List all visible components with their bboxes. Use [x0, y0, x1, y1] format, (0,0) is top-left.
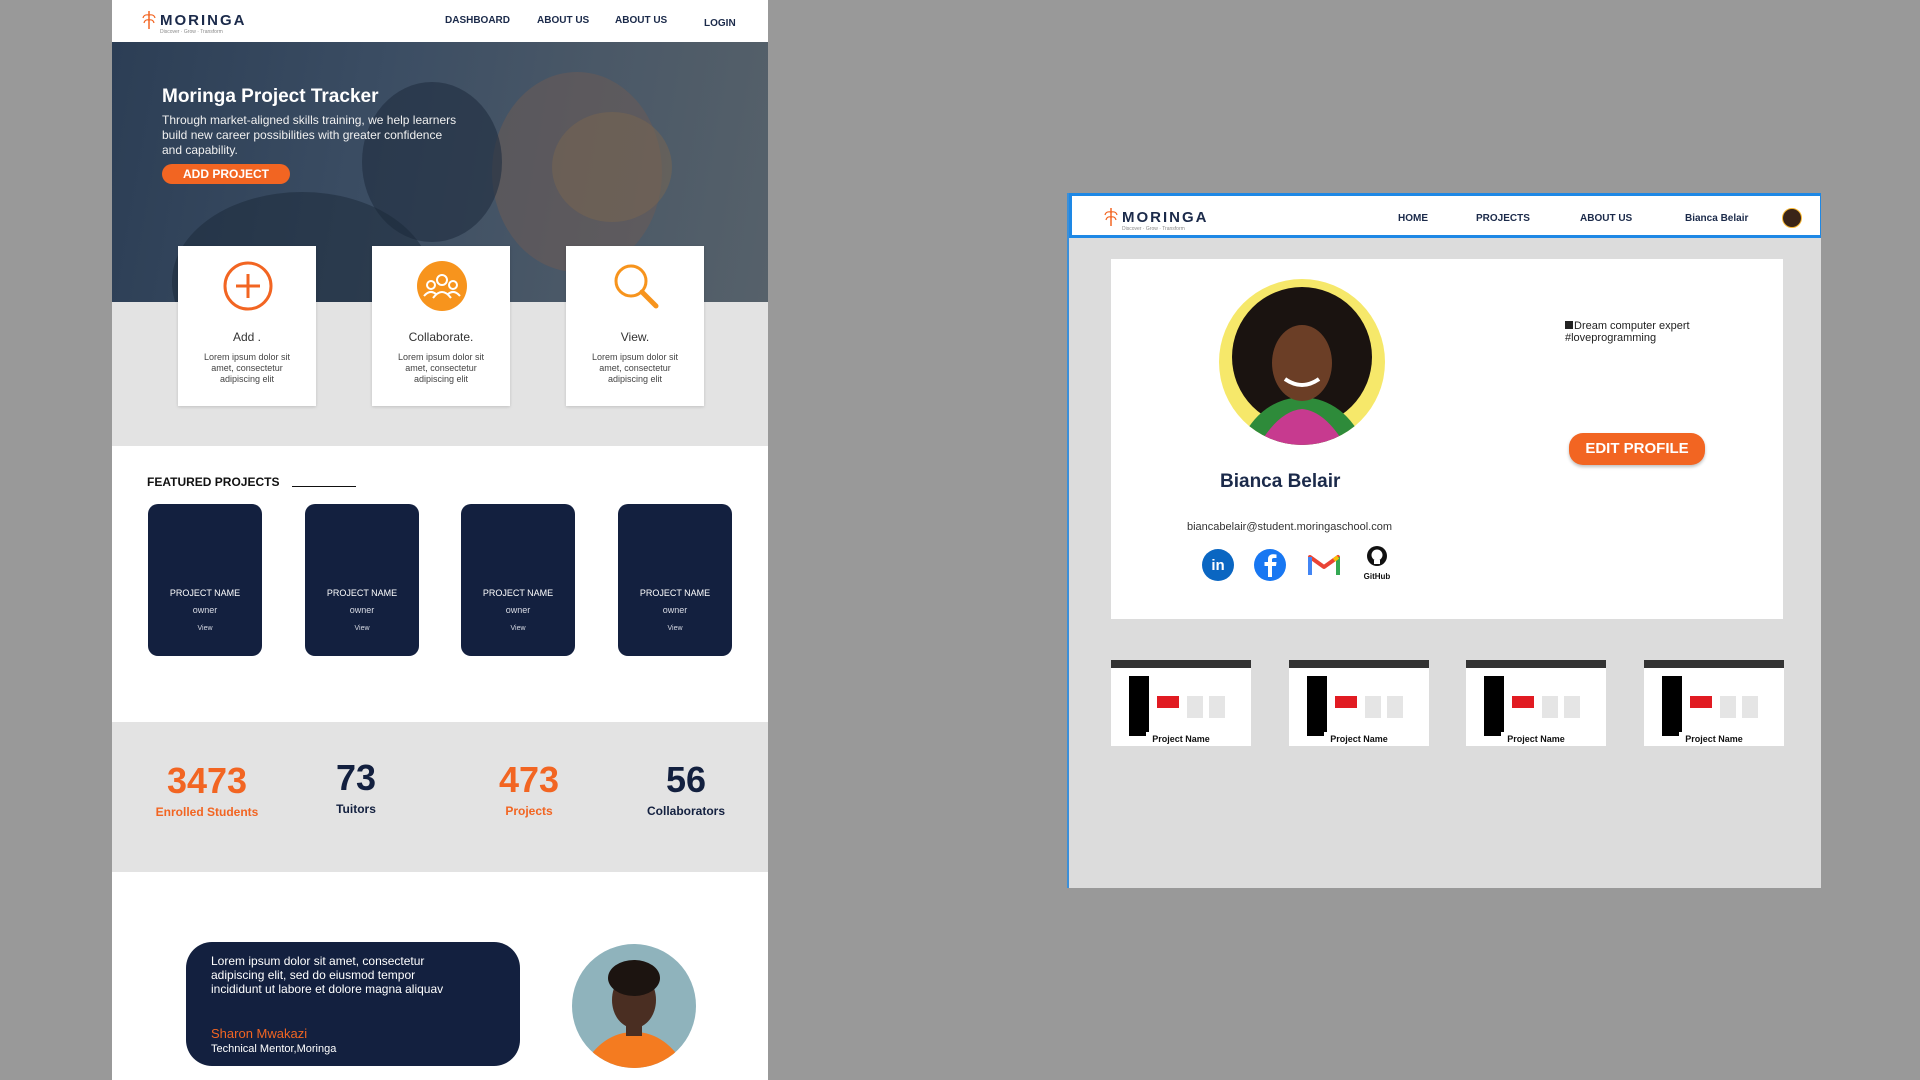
mentor-portrait	[572, 944, 696, 1068]
project-card[interactable]: PROJECT NAME owner View	[461, 504, 575, 656]
landing-navbar: MORINGA Discover · Grow · Transform DASH…	[112, 0, 768, 43]
thumbnail-label: Project Name	[1679, 732, 1749, 746]
testimonial-card: Lorem ipsum dolor sit amet, consectetur …	[186, 942, 520, 1066]
project-name: PROJECT NAME	[169, 588, 241, 598]
feature-title: Collaborate.	[408, 330, 474, 344]
featured-projects-heading: FEATURED PROJECTS	[147, 475, 280, 489]
stat-value: 73	[335, 757, 377, 798]
stat-value: 473	[498, 759, 560, 800]
project-view-link[interactable]: View	[305, 625, 419, 632]
logo-wordmark: MORINGA	[1122, 208, 1209, 226]
edit-profile-button[interactable]: EDIT PROFILE	[1569, 433, 1705, 465]
add-project-button[interactable]: ADD PROJECT	[162, 164, 290, 184]
project-view-link[interactable]: View	[148, 625, 262, 632]
stat-label: Tuitors	[336, 802, 376, 816]
nav-about-us[interactable]: ABOUT US	[1580, 213, 1632, 224]
stat-value: 56	[665, 759, 707, 800]
project-view-link[interactable]: View	[618, 625, 732, 632]
hero-description: Through market-aligned skills training, …	[162, 113, 457, 157]
nav-dashboard[interactable]: DASHBOARD	[445, 15, 510, 26]
project-thumbnail[interactable]: Project Name	[1289, 660, 1429, 746]
feature-card-collaborate[interactable]: Collaborate. Lorem ipsum dolor sit amet,…	[372, 246, 510, 406]
stat-label: Collaborators	[646, 804, 725, 818]
linkedin-icon[interactable]: in	[1200, 547, 1236, 583]
moringa-leaf-icon	[142, 11, 156, 29]
profile-navbar: MORINGA Discover · Grow · Transform HOME…	[1069, 193, 1821, 238]
user-avatar[interactable]	[1782, 208, 1802, 228]
stat-tuitors: 73 Tuitors	[306, 757, 406, 817]
testimonial-avatar	[572, 944, 696, 1068]
stat-value: 3473	[166, 760, 248, 801]
project-thumbnail[interactable]: Project Name	[1644, 660, 1784, 746]
project-owner: owner	[662, 605, 688, 615]
project-owner: owner	[192, 605, 218, 615]
logo-tagline: Discover · Grow · Transform	[1122, 226, 1185, 232]
project-name: PROJECT NAME	[326, 588, 398, 598]
project-thumbnail[interactable]: Project Name	[1111, 660, 1251, 746]
project-owner: owner	[349, 605, 375, 615]
profile-name: Bianca Belair	[1220, 471, 1341, 492]
thumbnail-label: Project Name	[1324, 732, 1394, 746]
stat-enrolled-students: 3473 Enrolled Students	[147, 760, 267, 820]
nav-projects[interactable]: PROJECTS	[1476, 213, 1530, 224]
nav-home[interactable]: HOME	[1398, 213, 1428, 224]
bio-hashtag: #loveprogramming	[1565, 332, 1657, 344]
github-link[interactable]: GitHub	[1359, 545, 1395, 585]
stat-label: Projects	[505, 804, 553, 818]
thumbnail-label: Project Name	[1146, 732, 1216, 746]
thumbnail-label: Project Name	[1501, 732, 1571, 746]
feature-description: Lorem ipsum dolor sit amet, consectetur …	[203, 352, 291, 384]
bullet-square-icon	[1565, 321, 1573, 329]
github-label: GitHub	[1363, 572, 1391, 581]
people-group-icon	[417, 261, 467, 311]
feature-card-add[interactable]: Add . Lorem ipsum dolor sit amet, consec…	[178, 246, 316, 406]
feature-card-view[interactable]: View. Lorem ipsum dolor sit amet, consec…	[566, 246, 704, 406]
feature-description: Lorem ipsum dolor sit amet, consectetur …	[397, 352, 485, 384]
github-icon	[1367, 546, 1387, 566]
nav-about-us-2[interactable]: ABOUT US	[615, 15, 667, 26]
moringa-leaf-icon	[1104, 208, 1118, 226]
feature-title: View.	[620, 330, 650, 344]
project-owner: owner	[505, 605, 531, 615]
profile-portrait	[1219, 279, 1385, 445]
nav-about-us[interactable]: ABOUT US	[537, 15, 589, 26]
project-thumbnail[interactable]: Project Name	[1466, 660, 1606, 746]
stat-label: Enrolled Students	[155, 805, 259, 819]
profile-page-mockup: MORINGA Discover · Grow · Transform HOME…	[1067, 193, 1821, 888]
magnifier-icon	[614, 264, 659, 309]
linkedin-glyph: in	[1211, 557, 1224, 574]
project-card[interactable]: PROJECT NAME owner View	[148, 504, 262, 656]
feature-description: Lorem ipsum dolor sit amet, consectetur …	[591, 352, 679, 384]
moringa-logo[interactable]: MORINGA Discover · Grow · Transform	[1102, 206, 1209, 232]
landing-page-mockup: MORINGA Discover · Grow · Transform DASH…	[112, 0, 768, 1080]
stat-projects: 473 Projects	[479, 759, 579, 819]
logo-wordmark: MORINGA	[160, 11, 247, 29]
project-card[interactable]: PROJECT NAME owner View	[305, 504, 419, 656]
gmail-icon[interactable]	[1306, 547, 1342, 583]
profile-email: biancabelair@student.moringaschool.com	[1187, 521, 1392, 533]
testimonial-author: Sharon Mwakazi	[211, 1026, 308, 1041]
bio-line: Dream computer expert	[1574, 320, 1690, 332]
nav-login[interactable]: LOGIN	[704, 18, 736, 29]
hero-title: Moringa Project Tracker	[162, 86, 379, 107]
moringa-logo[interactable]: MORINGA Discover · Grow · Transform	[140, 9, 247, 35]
nav-user-name[interactable]: Bianca Belair	[1685, 213, 1748, 224]
project-name: PROJECT NAME	[482, 588, 554, 598]
heading-underline	[292, 486, 356, 487]
project-view-link[interactable]: View	[461, 625, 575, 632]
stat-collaborators: 56 Collaborators	[626, 759, 746, 819]
profile-bio: Dream computer expert #loveprogramming	[1565, 320, 1690, 344]
testimonial-role: Technical Mentor,Moringa	[211, 1043, 337, 1055]
testimonial-quote: Lorem ipsum dolor sit amet, consectetur …	[211, 954, 444, 996]
logo-tagline: Discover · Grow · Transform	[160, 29, 223, 35]
profile-avatar	[1219, 279, 1385, 445]
hero-photo-figure	[552, 112, 672, 222]
project-card[interactable]: PROJECT NAME owner View	[618, 504, 732, 656]
feature-title: Add .	[232, 330, 262, 344]
profile-card: Bianca Belair biancabelair@student.morin…	[1111, 259, 1783, 619]
project-name: PROJECT NAME	[639, 588, 711, 598]
add-circle-icon	[223, 261, 273, 311]
facebook-icon[interactable]	[1252, 547, 1288, 583]
